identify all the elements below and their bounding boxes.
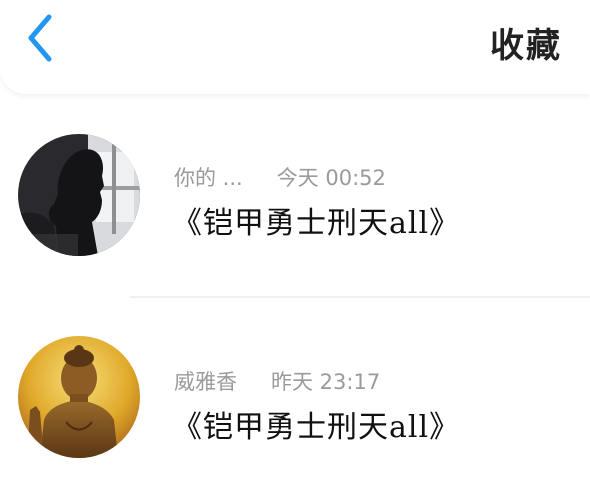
avatar bbox=[18, 336, 140, 458]
top-bar: 收藏 bbox=[0, 0, 590, 94]
avatar bbox=[18, 134, 140, 256]
item-meta: 你的 ... 今天 00:52 bbox=[174, 162, 386, 192]
user-name: 威雅香 bbox=[174, 370, 237, 394]
timestamp: 今天 00:52 bbox=[276, 166, 386, 190]
timestamp: 昨天 23:17 bbox=[271, 370, 381, 394]
song-title: 《铠甲勇士刑天all》 bbox=[172, 206, 461, 241]
page-title: 收藏 bbox=[490, 26, 562, 66]
list-item[interactable]: 威雅香 昨天 23:17 《铠甲勇士刑天all》 bbox=[0, 298, 590, 498]
song-title: 《铠甲勇士刑天all》 bbox=[172, 410, 461, 445]
user-name: 你的 ... bbox=[174, 166, 243, 190]
chevron-left-icon bbox=[28, 14, 52, 62]
back-button[interactable] bbox=[20, 12, 60, 64]
list-item[interactable]: 你的 ... 今天 00:52 《铠甲勇士刑天all》 bbox=[0, 94, 590, 294]
item-meta: 威雅香 昨天 23:17 bbox=[174, 366, 380, 396]
